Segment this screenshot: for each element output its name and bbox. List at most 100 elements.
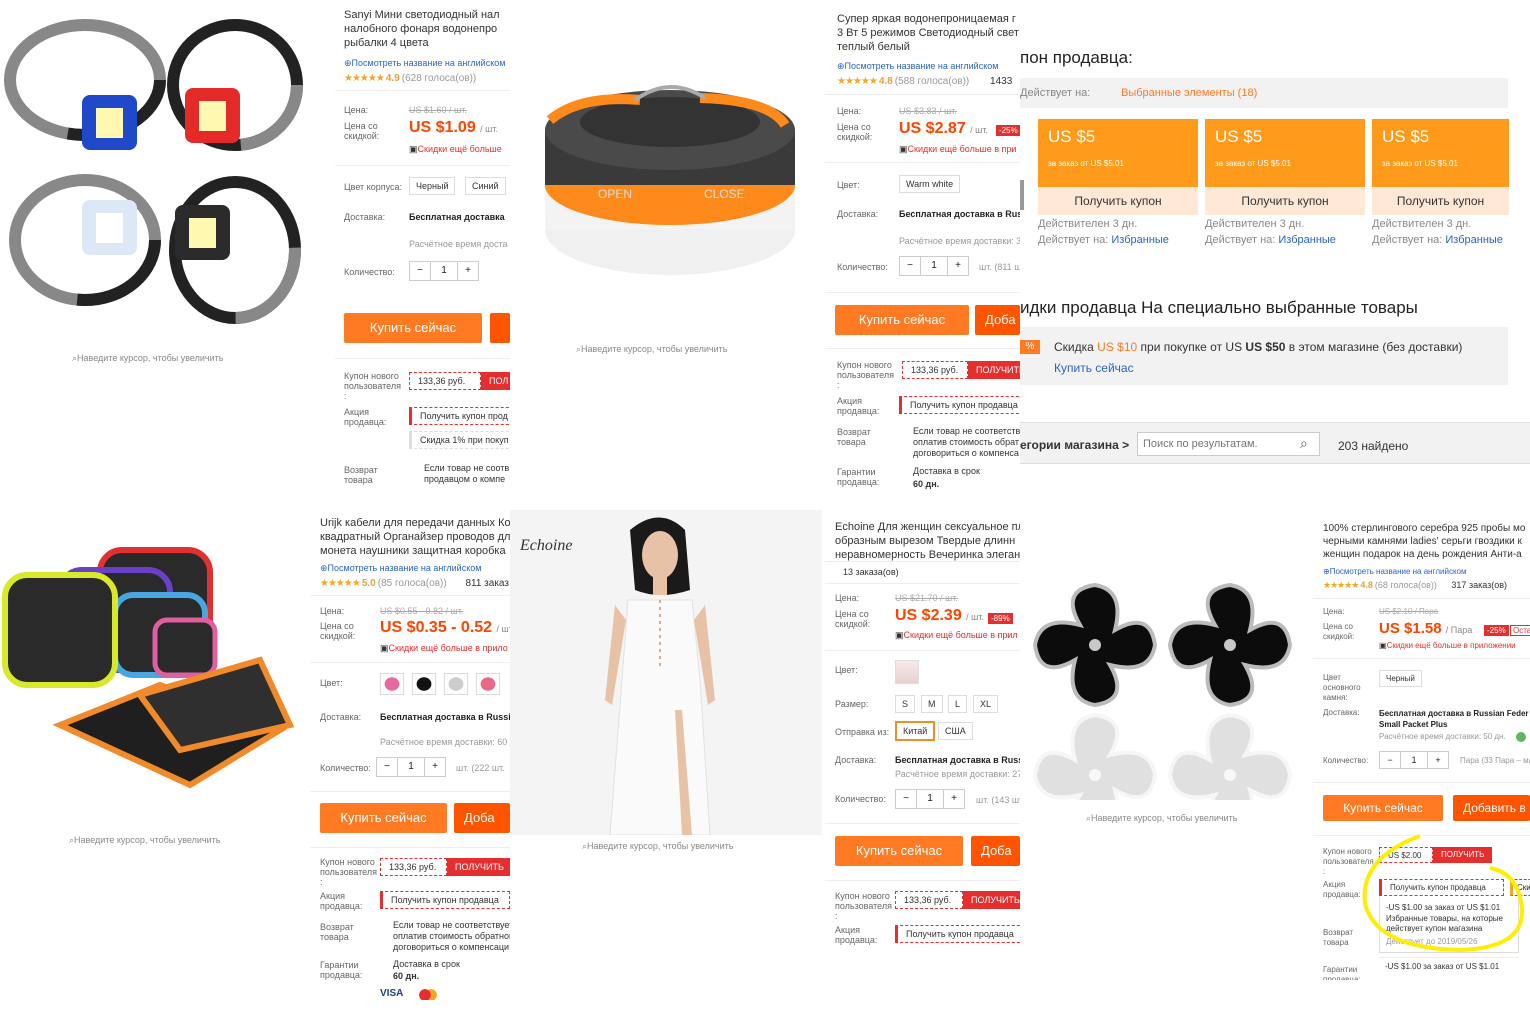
view-english-title-link[interactable]: Посмотреть название на английском — [320, 563, 482, 574]
lantern-product-image[interactable]: OPEN CLOSE — [520, 70, 820, 290]
search-input[interactable] — [1137, 432, 1320, 456]
shipping-method[interactable]: Бесплатная доставка в Rus — [899, 209, 1020, 219]
add-to-cart-button[interactable]: Доба — [454, 803, 510, 833]
buy-now-button[interactable]: Купить сейчас — [320, 803, 447, 833]
size-option-xl[interactable]: XL — [973, 695, 999, 713]
qty-plus-button[interactable]: + — [458, 262, 478, 280]
add-to-cart-button[interactable]: Доба — [971, 836, 1020, 866]
buy-now-link[interactable]: Купить сейчас — [1054, 361, 1134, 375]
qty-minus-button[interactable]: − — [377, 758, 397, 776]
coupon-card[interactable]: US $5 за заказ от US $5.01 Получить купо… — [1038, 119, 1198, 215]
seller-coupon-dropdown[interactable]: Получить купон продавца — [380, 891, 510, 909]
product-title[interactable]: Urijk кабели для передачи данных Кор ква… — [320, 516, 510, 558]
quantity-stepper[interactable]: −1 + — [376, 757, 446, 777]
qty-input[interactable]: 1 — [430, 262, 458, 280]
price-label: Цена: — [344, 105, 369, 115]
view-english-title-link[interactable]: Посмотреть название на английском — [344, 58, 506, 69]
view-english-title-link[interactable]: Посмотреть название на английском — [837, 61, 999, 72]
get-coupon-button[interactable]: Получить купон — [1038, 187, 1198, 215]
qty-plus-button[interactable]: + — [944, 790, 964, 808]
quantity-stepper[interactable]: −1 + — [895, 789, 965, 809]
qty-minus-button[interactable]: − — [410, 262, 430, 280]
app-discount-link[interactable]: Скидки ещё больше в прил — [895, 630, 1018, 641]
case-product-image[interactable] — [0, 545, 305, 815]
headlamp-product-image[interactable] — [0, 0, 320, 340]
product-title[interactable]: Sanyi Мини светодиодный нал налобного фо… — [344, 8, 510, 50]
ship-from-china[interactable]: Китай — [895, 721, 936, 741]
view-english-title-link[interactable]: Посмотреть название на английском — [1323, 567, 1467, 576]
color-swatch-gray[interactable] — [444, 673, 468, 695]
app-discount-link[interactable]: Скидки ещё больше — [409, 144, 502, 155]
qty-input[interactable]: 1 — [1400, 752, 1428, 768]
qty-plus-button[interactable]: + — [425, 758, 445, 776]
get-coupon-button[interactable]: Получить купон — [1205, 187, 1365, 215]
buy-now-button[interactable]: Купить сейчас — [1323, 795, 1443, 821]
color-option-blue[interactable]: Синий — [465, 177, 506, 195]
size-option-s[interactable]: S — [895, 695, 916, 713]
color-swatch-white[interactable] — [895, 660, 919, 684]
divider — [825, 162, 1020, 163]
seller-coupon-dropdown[interactable]: Получить купон продавца — [899, 396, 1020, 414]
seller-coupon-dropdown[interactable]: Получить купон прод — [409, 407, 510, 425]
shipping-method[interactable]: Бесплатная доставка в Russian Feder Smal… — [1379, 708, 1529, 730]
get-coupon-button[interactable]: ПОЛУЧИТЬ — [968, 361, 1020, 379]
color-swatch-rose[interactable] — [476, 673, 500, 695]
buy-now-button[interactable]: Купить сейчас — [835, 305, 969, 335]
color-swatch-pink[interactable] — [380, 673, 404, 695]
quantity-stepper[interactable]: −1 + — [1379, 751, 1449, 769]
discount-text: Скидка US $10 при покупке от US US $50 в… — [1054, 340, 1463, 354]
add-to-cart-button[interactable]: Доба — [975, 305, 1020, 335]
add-to-cart-button[interactable]: Добавить в — [1453, 795, 1530, 821]
qty-input[interactable]: 1 — [397, 758, 425, 776]
buy-now-button[interactable]: Купить сейчас — [835, 836, 963, 866]
qty-plus-button[interactable]: + — [948, 257, 968, 275]
size-option-m[interactable]: M — [921, 695, 943, 713]
qty-input[interactable]: 1 — [920, 257, 948, 275]
app-discount-link[interactable]: Скидки ещё больше в при — [899, 144, 1017, 155]
qty-plus-button[interactable]: + — [1428, 752, 1448, 768]
applies-link[interactable]: Избранные — [1445, 234, 1503, 246]
store-categories-link[interactable]: егории магазина > — [1020, 438, 1129, 452]
search-icon[interactable]: ⌕ — [1300, 435, 1308, 452]
product-title[interactable]: Супер яркая водонепроницаемая г 3 Вт 5 р… — [837, 12, 1020, 54]
get-coupon-button[interactable]: Получить купон — [1372, 187, 1509, 215]
ship-from-usa[interactable]: США — [938, 722, 973, 740]
size-option-l[interactable]: L — [948, 695, 968, 713]
seller-coupon-dropdown[interactable]: Получить купон продавца — [895, 925, 1020, 943]
qty-input[interactable]: 1 — [916, 790, 944, 808]
color-option-warm-white[interactable]: Warm white — [899, 175, 961, 193]
coupon-card[interactable]: US $5 за заказ от US $5.01 Получить купо… — [1205, 119, 1365, 215]
dress-product-image[interactable]: Echoine — [510, 510, 822, 835]
quantity-label: Количество: — [835, 794, 886, 804]
app-discount-link[interactable]: Скидки ещё больше в приложении — [1379, 641, 1516, 650]
qty-minus-button[interactable]: − — [896, 790, 916, 808]
applies-value-link[interactable]: Выбранные элементы (18) — [1121, 87, 1257, 99]
get-coupon-button[interactable]: ПОЛУЧИТЬ — [447, 858, 510, 876]
product-title[interactable]: 100% стерлингового серебра 925 пробы мо … — [1323, 522, 1530, 561]
stone-option-black[interactable]: Черный — [1379, 670, 1422, 687]
applies-link[interactable]: Избранные — [1111, 234, 1169, 246]
color-option-black[interactable]: Черный — [409, 177, 456, 195]
coupon-amount: US $5 — [1048, 127, 1096, 146]
color-swatch-black[interactable] — [412, 673, 436, 695]
buy-now-button[interactable]: Купить сейчас — [344, 313, 482, 343]
quantity-stepper[interactable]: −1 + — [899, 256, 969, 276]
earrings-product-image[interactable] — [1020, 570, 1310, 800]
shipping-method[interactable]: Бесплатная доставка в Russi — [895, 755, 1020, 765]
app-discount-link[interactable]: Скидки ещё больше в прило — [380, 643, 508, 654]
scrollbar[interactable] — [1020, 180, 1024, 210]
qty-minus-button[interactable]: − — [900, 257, 920, 275]
coupon-card[interactable]: US $5 за заказ от US $5.01 Получить купо… — [1372, 119, 1509, 215]
add-to-cart-button[interactable] — [490, 313, 510, 343]
qty-minus-button[interactable]: − — [1380, 752, 1400, 768]
old-price: US $3.83 / шт. — [899, 106, 957, 116]
divider — [825, 650, 1020, 651]
get-coupon-button[interactable]: ПОЛУЧИТЬ — [963, 891, 1020, 909]
shipping-method[interactable]: Бесплатная доставка в Russian — [380, 712, 510, 722]
delivery-label: Доставка: — [835, 755, 877, 765]
product-title[interactable]: Echoine Для женщин сексуальное пл образн… — [835, 520, 1020, 562]
get-coupon-button[interactable]: ПОЛ — [481, 372, 510, 390]
shipping-method[interactable]: Бесплатная доставка — [409, 212, 505, 222]
quantity-stepper[interactable]: −1 + — [409, 261, 479, 281]
applies-link[interactable]: Избранные — [1278, 234, 1336, 246]
